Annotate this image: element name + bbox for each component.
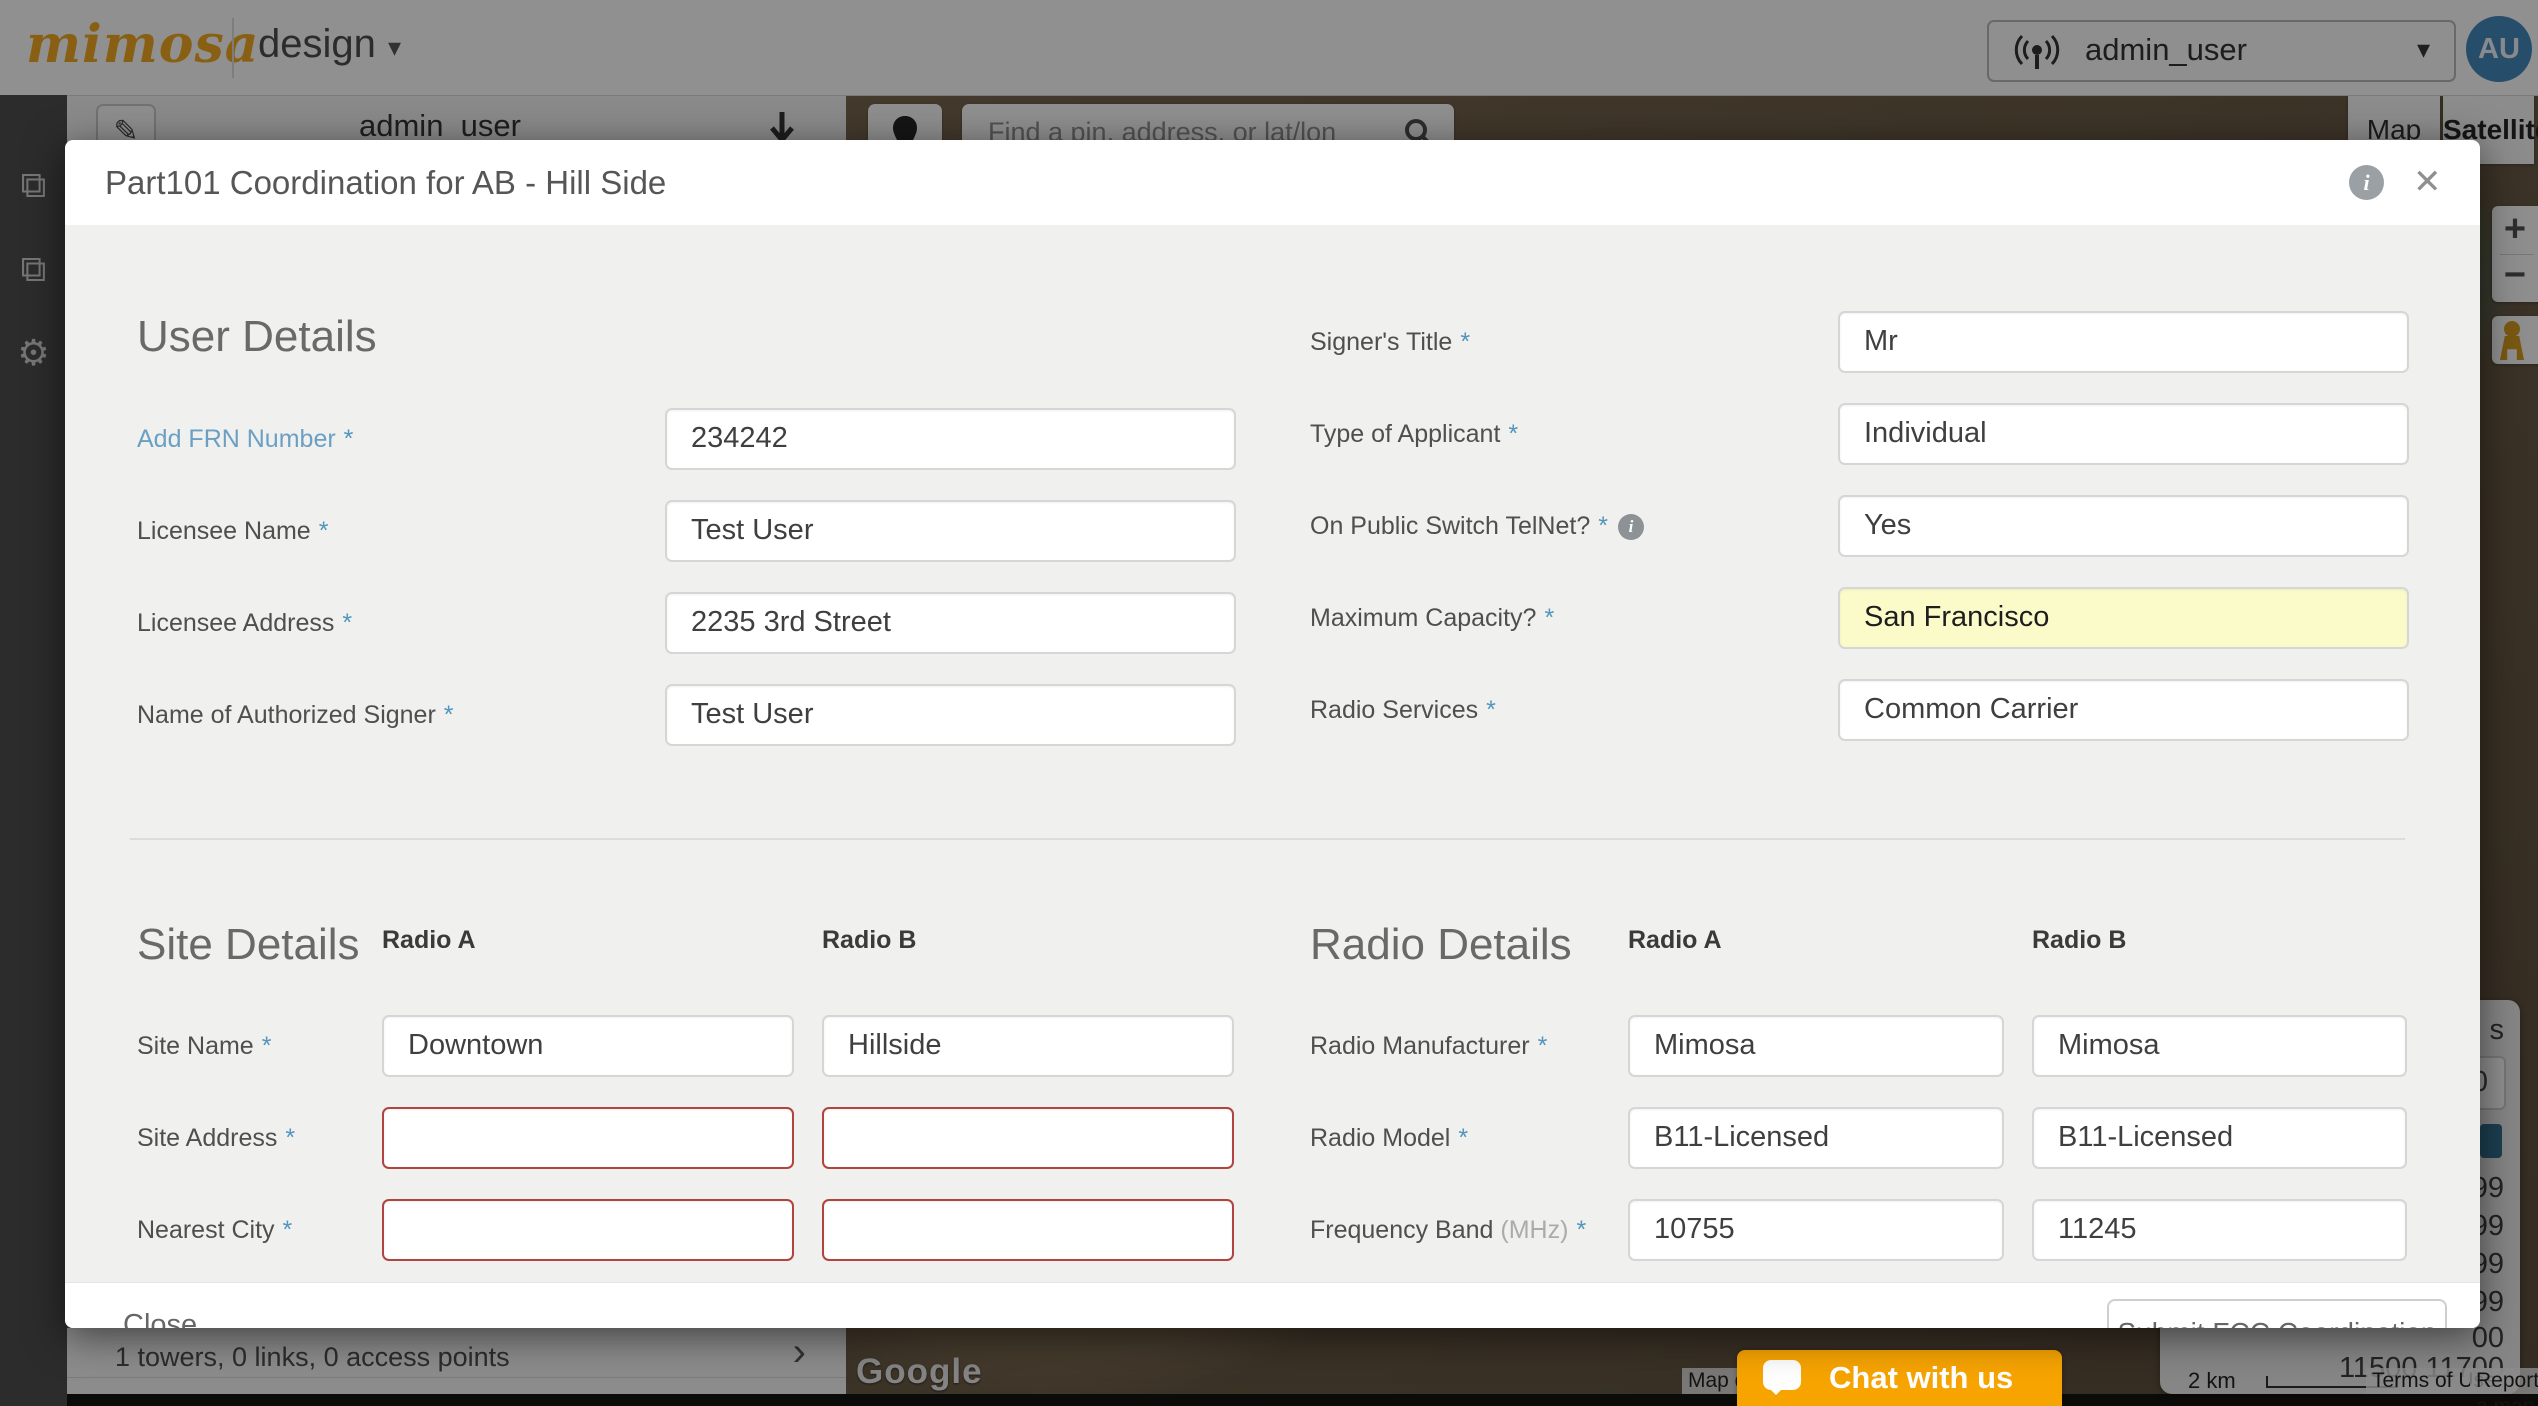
applicant-type-input[interactable]: Individual <box>1838 403 2409 465</box>
field-label-site-address: Site Address* <box>137 1120 295 1156</box>
site-col-radio-a: Radio A <box>382 922 476 958</box>
section-divider <box>130 838 2405 840</box>
field-label-authorized-signer: Name of Authorized Signer* <box>137 697 454 733</box>
chat-label: Chat with us <box>1829 1360 2013 1396</box>
radio-services-input[interactable]: Common Carrier <box>1838 679 2409 741</box>
signers-title-input[interactable]: Mr <box>1838 311 2409 373</box>
modal-title: Part101 Coordination for AB - Hill Side <box>105 140 666 225</box>
field-label-radio-model: Radio Model* <box>1310 1120 1468 1156</box>
field-label-site-name: Site Name* <box>137 1028 271 1064</box>
radio-col-radio-a: Radio A <box>1628 922 1722 958</box>
site-address-b-input[interactable] <box>822 1107 1234 1169</box>
authorized-signer-input[interactable]: Test User <box>665 684 1236 746</box>
close-button[interactable]: Close <box>123 1309 197 1328</box>
licensee-address-input[interactable]: 2235 3rd Street <box>665 592 1236 654</box>
field-label-frn[interactable]: Add FRN Number* <box>137 421 353 457</box>
frn-number-input[interactable]: 234242 <box>665 408 1236 470</box>
field-label-max-capacity: Maximum Capacity?* <box>1310 600 1554 636</box>
frequency-band-a-input[interactable]: 10755 <box>1628 1199 2004 1261</box>
modal-footer: Close Submit FCC Coordination <box>65 1282 2480 1328</box>
app-root: ✎ admin_user Find a pin, address, or lat… <box>0 0 2538 1406</box>
chat-with-us-button[interactable]: Chat with us <box>1737 1350 2062 1406</box>
site-name-a-input[interactable]: Downtown <box>382 1015 794 1077</box>
field-label-applicant-type: Type of Applicant* <box>1310 416 1518 452</box>
close-icon[interactable]: ✕ <box>2413 162 2442 202</box>
licensee-name-input[interactable]: Test User <box>665 500 1236 562</box>
nearest-city-b-input[interactable] <box>822 1199 1234 1261</box>
max-capacity-input[interactable]: San Francisco <box>1838 587 2409 649</box>
radio-manufacturer-b-input[interactable]: Mimosa <box>2032 1015 2407 1077</box>
info-icon[interactable]: i <box>2349 165 2384 200</box>
site-address-a-input[interactable] <box>382 1107 794 1169</box>
submit-fcc-coordination-button[interactable]: Submit FCC Coordination <box>2107 1299 2447 1328</box>
part101-coordination-modal: Part101 Coordination for AB - Hill Side … <box>65 140 2480 1328</box>
field-label-nearest-city: Nearest City* <box>137 1212 292 1248</box>
field-label-licensee-name: Licensee Name* <box>137 513 328 549</box>
field-label-frequency-band: Frequency Band (MHz)* <box>1310 1212 1586 1248</box>
user-details-heading: User Details <box>137 312 377 362</box>
field-label-public-switch: On Public Switch TelNet?*i <box>1310 508 1644 544</box>
field-label-licensee-address: Licensee Address* <box>137 605 352 641</box>
radio-model-a-input[interactable]: B11-Licensed <box>1628 1107 2004 1169</box>
field-label-signers-title: Signer's Title* <box>1310 324 1470 360</box>
site-details-heading: Site Details <box>137 920 360 970</box>
site-name-b-input[interactable]: Hillside <box>822 1015 1234 1077</box>
frequency-band-b-input[interactable]: 11245 <box>2032 1199 2407 1261</box>
public-switch-input[interactable]: Yes <box>1838 495 2409 557</box>
radio-manufacturer-a-input[interactable]: Mimosa <box>1628 1015 2004 1077</box>
radio-model-b-input[interactable]: B11-Licensed <box>2032 1107 2407 1169</box>
field-label-radio-services: Radio Services* <box>1310 692 1496 728</box>
radio-col-radio-b: Radio B <box>2032 922 2126 958</box>
site-col-radio-b: Radio B <box>822 922 916 958</box>
field-label-radio-manufacturer: Radio Manufacturer* <box>1310 1028 1547 1064</box>
nearest-city-a-input[interactable] <box>382 1199 794 1261</box>
info-icon[interactable]: i <box>1618 514 1644 540</box>
chat-bubble-icon <box>1763 1360 1801 1390</box>
radio-details-heading: Radio Details <box>1310 920 1572 970</box>
